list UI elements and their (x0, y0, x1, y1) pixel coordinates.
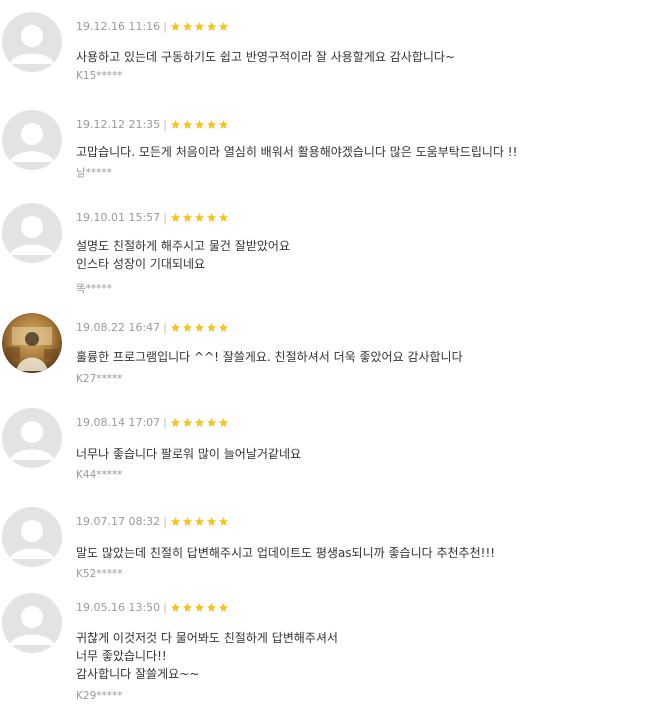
review-text-line: 설명도 친절하게 해주시고 물건 잘받았어요 (76, 239, 290, 253)
star-icon (194, 212, 204, 222)
star-icon (206, 417, 216, 427)
meta-separator: | (163, 415, 167, 429)
rating-stars (170, 212, 229, 223)
review-meta: 19.07.17 08:32 | (76, 514, 229, 528)
star-icon (218, 516, 228, 526)
review-meta: 19.12.16 11:16 | (76, 19, 229, 33)
star-icon (182, 21, 192, 31)
default-user-icon (2, 12, 62, 72)
review-text: 귀찮게 이것저것 다 물어봐도 친절하게 답변해주셔서 너무 좋았습니다!! 감… (76, 629, 338, 683)
star-icon (206, 119, 216, 129)
review-text-line: 훌륭한 프로그램입니다 ^^! 잘쓸게요. 친절하셔서 더욱 좋았어요 감사합니… (76, 350, 463, 364)
review-date: 19.07.17 08:32 (76, 514, 161, 528)
review-list: 19.12.16 11:16 | 사용하고 있는데 구동하기도 쉽고 반영구적이… (0, 0, 652, 713)
meta-separator: | (163, 320, 167, 334)
default-user-icon (2, 110, 62, 170)
review-author: K29***** (76, 690, 123, 702)
meta-separator: | (163, 600, 167, 614)
review-author: K44***** (76, 469, 123, 481)
review-meta: 19.05.16 13:50 | (76, 600, 229, 614)
meta-separator: | (163, 117, 167, 131)
default-user-icon (2, 593, 62, 653)
star-icon (206, 212, 216, 222)
star-icon (206, 602, 216, 612)
review-meta: 19.10.01 15:57 | (76, 210, 229, 224)
review-text: 너무나 좋습니다 팔로워 많이 늘어날거같네요 (76, 445, 301, 463)
star-icon (182, 602, 192, 612)
meta-separator: | (163, 19, 167, 33)
user-photo-icon (2, 313, 62, 373)
star-icon (218, 417, 228, 427)
star-icon (218, 21, 228, 31)
review-text: 훌륭한 프로그램입니다 ^^! 잘쓸게요. 친절하셔서 더욱 좋았어요 감사합니… (76, 348, 463, 366)
default-user-icon (2, 507, 62, 567)
review-text: 고맙습니다. 모든게 처음이라 열심히 배워서 활용해야겠습니다 많은 도움부탁… (76, 143, 517, 161)
star-icon (170, 119, 180, 129)
star-icon (194, 516, 204, 526)
review-meta: 19.08.14 17:07 | (76, 415, 229, 429)
review-text-line: 귀찮게 이것저것 다 물어봐도 친절하게 답변해주셔서 (76, 631, 338, 645)
review-date: 19.12.12 21:35 (76, 117, 161, 131)
star-icon (170, 602, 180, 612)
review-author: 날***** (76, 167, 112, 179)
review-date: 19.10.01 15:57 (76, 210, 161, 224)
review-date: 19.12.16 11:16 (76, 19, 161, 33)
meta-separator: | (163, 514, 167, 528)
star-icon (170, 212, 180, 222)
star-icon (218, 322, 228, 332)
star-icon (218, 119, 228, 129)
star-icon (170, 516, 180, 526)
review-text-line: 말도 많았는데 친절히 답변해주시고 업데이트도 평생as되니까 좋습니다 추천… (76, 546, 496, 560)
star-icon (182, 212, 192, 222)
meta-separator: | (163, 210, 167, 224)
star-icon (194, 21, 204, 31)
rating-stars (170, 516, 229, 527)
star-icon (194, 417, 204, 427)
review-date: 19.08.22 16:47 (76, 320, 161, 334)
star-icon (170, 417, 180, 427)
rating-stars (170, 417, 229, 428)
star-icon (206, 516, 216, 526)
review-meta: 19.08.22 16:47 | (76, 320, 229, 334)
default-user-icon (2, 203, 62, 263)
star-icon (206, 21, 216, 31)
review-text: 설명도 친절하게 해주시고 물건 잘받았어요 인스타 성장이 기대되네요 (76, 237, 290, 273)
review-author: K15***** (76, 70, 123, 82)
star-icon (218, 212, 228, 222)
review-meta: 19.12.12 21:35 | (76, 117, 229, 131)
rating-stars (170, 322, 229, 333)
review-author: K27***** (76, 373, 123, 385)
star-icon (206, 322, 216, 332)
review-text-line: 감사합니다 잘쓸게요~~ (76, 667, 200, 681)
star-icon (194, 602, 204, 612)
rating-stars (170, 21, 229, 32)
star-icon (170, 322, 180, 332)
review-date: 19.08.14 17:07 (76, 415, 161, 429)
review-text: 사용하고 있는데 구동하기도 쉽고 반영구적이라 잘 사용할게요 감사합니다~ (76, 48, 455, 66)
review-text-line: 고맙습니다. 모든게 처음이라 열심히 배워서 활용해야겠습니다 많은 도움부탁… (76, 145, 518, 159)
star-icon (194, 322, 204, 332)
star-icon (182, 516, 192, 526)
review-text-line: 너무나 좋습니다 팔로워 많이 늘어날거같네요 (76, 447, 302, 461)
review-author: K52***** (76, 568, 123, 580)
default-user-icon (2, 408, 62, 468)
star-icon (182, 417, 192, 427)
review-author: 똑***** (76, 283, 112, 295)
review-text-line: 인스타 성장이 기대되네요 (76, 257, 206, 271)
star-icon (182, 322, 192, 332)
rating-stars (170, 602, 229, 613)
review-text: 말도 많았는데 친절히 답변해주시고 업데이트도 평생as되니까 좋습니다 추천… (76, 544, 495, 562)
star-icon (170, 21, 180, 31)
review-text-line: 너무 좋았습니다!! (76, 649, 167, 663)
review-text-line: 사용하고 있는데 구동하기도 쉽고 반영구적이라 잘 사용할게요 감사합니다~ (76, 50, 455, 64)
review-date: 19.05.16 13:50 (76, 600, 161, 614)
star-icon (194, 119, 204, 129)
rating-stars (170, 119, 229, 130)
star-icon (218, 602, 228, 612)
star-icon (182, 119, 192, 129)
